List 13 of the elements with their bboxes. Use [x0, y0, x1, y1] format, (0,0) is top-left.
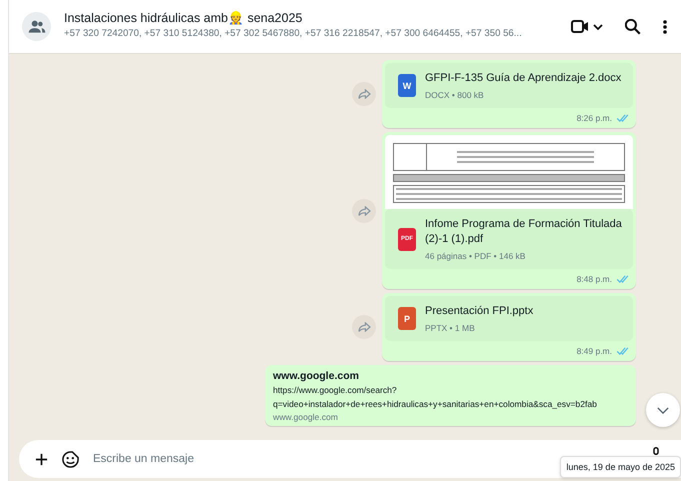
link-domain: www.google.com: [273, 412, 339, 422]
file-details: PPTX • 1 MB: [425, 323, 476, 333]
file-details: DOCX • 800 kB: [425, 90, 485, 100]
date-tooltip: lunes, 19 de mayo de 2025: [560, 456, 681, 478]
file-type-icon: W: [398, 74, 416, 97]
message-time: 8:49 p.m.: [576, 346, 612, 356]
file-name: GFPI-F-135 Guía de Aprendizaje 2.docx: [425, 71, 622, 86]
file-name: Presentación FPI.pptx: [425, 304, 534, 319]
message-time: 8:48 p.m.: [576, 274, 612, 284]
file-details: 46 páginas • PDF • 146 kB: [425, 251, 526, 261]
file-name: Infome Programa de Formación Titulada (2)-1 (1).pdf: [425, 217, 623, 247]
file-type-icon: P: [398, 307, 416, 330]
message-time: 8:26 p.m.: [576, 113, 612, 123]
